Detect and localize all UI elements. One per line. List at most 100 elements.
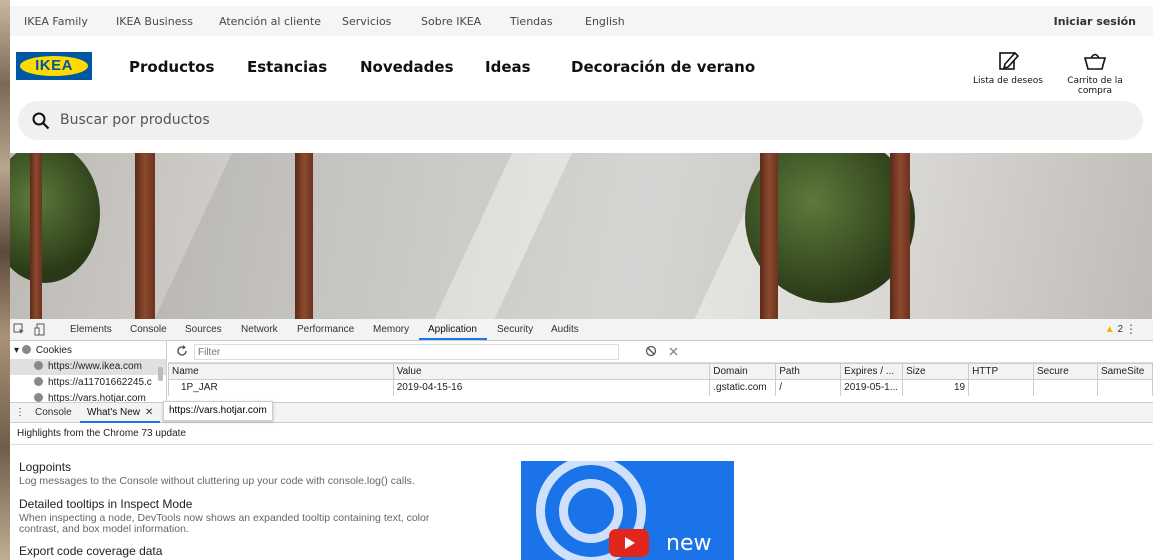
cookie-name-cell: 1P_JAR — [168, 379, 394, 396]
topbar-link-atencion-cliente[interactable]: Atención al cliente — [219, 15, 321, 28]
hero-image — [10, 153, 1152, 319]
cookie-value-cell: 2019-04-15-16 — [392, 379, 711, 396]
cookies-panel: Name Value Domain Path Expires / ... Siz… — [168, 341, 1153, 402]
feature-desc-tooltips: When inspecting a node, DevTools now sho… — [19, 512, 430, 535]
filter-toolbar — [168, 341, 1153, 363]
close-tab-icon[interactable]: ✕ — [145, 407, 153, 418]
cookie-http-cell — [968, 379, 1034, 396]
feature-title-logpoints[interactable]: Logpoints — [19, 460, 71, 474]
topbar-link-servicios[interactable]: Servicios — [342, 15, 391, 28]
desktop-background — [0, 0, 10, 560]
cookie-path-cell: / — [775, 379, 842, 396]
pencil-note-icon — [999, 51, 1019, 70]
tab-memory[interactable]: Memory — [373, 324, 409, 335]
whats-new-header: Highlights from the Chrome 73 update — [10, 423, 1153, 445]
devtools-tabbar: Elements Console Sources Network Perform… — [10, 319, 1153, 341]
sidebar-item-ikea[interactable]: https://www.ikea.com — [10, 359, 166, 375]
tab-security[interactable]: Security — [497, 324, 533, 335]
clear-all-icon[interactable] — [645, 344, 657, 358]
search-input[interactable] — [60, 109, 1060, 131]
column-header[interactable]: Domain — [709, 363, 777, 380]
filter-input[interactable] — [194, 344, 619, 360]
nav-decoracion-verano[interactable]: Decoración de verano — [571, 58, 755, 76]
nav-productos[interactable]: Productos — [129, 58, 214, 76]
drawer-tab-whats-new[interactable]: What's New — [87, 407, 140, 418]
browser-page: IKEA Family IKEA Business Atención al cl… — [10, 0, 1153, 560]
warnings-badge[interactable]: ▲ 2 — [1105, 324, 1123, 335]
more-options-icon[interactable]: ⋮ — [1125, 322, 1137, 336]
sidebar-scrollbar[interactable] — [158, 367, 163, 381]
hover-tooltip: https://vars.hotjar.com — [163, 401, 273, 421]
tab-elements[interactable]: Elements — [70, 324, 112, 335]
tab-console[interactable]: Console — [130, 324, 167, 335]
application-sidebar: ▾ Cookies https://www.ikea.com https://a… — [10, 341, 167, 402]
devtools-application-panel: ▾ Cookies https://www.ikea.com https://a… — [10, 341, 1153, 402]
sidebar-cookies-label: Cookies — [35, 345, 72, 356]
sidebar-item-label: https://a11701662245.c — [48, 377, 152, 388]
tab-network[interactable]: Network — [241, 324, 278, 335]
cookie-icon — [34, 361, 43, 370]
column-header[interactable]: Size — [902, 363, 970, 380]
whats-new-content: Logpoints Log messages to the Console wi… — [10, 445, 1153, 560]
logo-text: IKEA — [35, 57, 73, 74]
cart-label: Carrito de la compra — [1067, 76, 1123, 96]
cookie-samesite-cell — [1096, 379, 1153, 396]
login-link[interactable]: Iniciar sesión — [1054, 15, 1136, 28]
sidebar-item-label: https://www.ikea.com — [48, 361, 142, 372]
shopping-bag-icon — [1083, 53, 1107, 70]
cart-button[interactable]: Carrito de la compra — [1050, 50, 1140, 96]
table-row[interactable]: 1P_JAR 2019-04-15-16 .gstatic.com / 2019… — [168, 379, 1153, 396]
feature-title-tooltips[interactable]: Detailed tooltips in Inspect Mode — [19, 497, 192, 511]
tab-sources[interactable]: Sources — [185, 324, 222, 335]
device-toolbar-icon[interactable] — [34, 323, 46, 336]
sidebar-item-label: https://vars.hotjar.com — [48, 393, 146, 402]
cookie-icon — [34, 393, 43, 402]
cookie-domain-cell: .gstatic.com — [709, 379, 777, 396]
column-header[interactable]: Expires / ... — [840, 363, 904, 380]
topbar-link-ikea-family[interactable]: IKEA Family — [24, 15, 88, 28]
utility-bar: IKEA Family IKEA Business Atención al cl… — [10, 6, 1153, 36]
column-header[interactable]: SameSite — [1096, 363, 1153, 380]
warning-icon: ▲ — [1104, 324, 1115, 335]
tab-application[interactable]: Application — [428, 324, 477, 335]
table-header-row: Name Value Domain Path Expires / ... Siz… — [168, 363, 1153, 380]
cookie-secure-cell — [1033, 379, 1098, 396]
column-header[interactable]: HTTP — [968, 363, 1034, 380]
search-icon[interactable] — [32, 112, 50, 130]
expand-arrow-icon: ▾ — [14, 345, 20, 356]
video-label: new — [666, 531, 712, 556]
sidebar-item-hotjar[interactable]: https://vars.hotjar.com — [10, 391, 166, 402]
cookie-size-cell: 19 — [902, 379, 970, 396]
topbar-link-sobre-ikea[interactable]: Sobre IKEA — [421, 15, 481, 28]
wishlist-label: Lista de deseos — [973, 76, 1043, 86]
tab-audits[interactable]: Audits — [551, 324, 579, 335]
delete-selected-icon[interactable] — [668, 344, 680, 358]
drawer-tab-console[interactable]: Console — [35, 407, 72, 418]
active-tab-indicator — [419, 338, 487, 340]
topbar-link-ikea-business[interactable]: IKEA Business — [116, 15, 193, 28]
feature-title-coverage[interactable]: Export code coverage data — [19, 544, 162, 558]
cookie-icon — [34, 377, 43, 386]
ikea-logo[interactable]: IKEA — [16, 52, 92, 80]
feature-desc-logpoints: Log messages to the Console without clut… — [19, 475, 415, 487]
warning-count: 2 — [1117, 324, 1123, 335]
column-header[interactable]: Value — [392, 363, 711, 380]
play-icon[interactable] — [609, 529, 649, 557]
inspect-element-icon[interactable] — [13, 323, 25, 335]
sidebar-cookies[interactable]: ▾ Cookies — [10, 343, 166, 359]
topbar-link-tiendas[interactable]: Tiendas — [510, 15, 553, 28]
cookies-table: Name Value Domain Path Expires / ... Siz… — [168, 363, 1153, 396]
nav-ideas[interactable]: Ideas — [485, 58, 531, 76]
nav-estancias[interactable]: Estancias — [247, 58, 327, 76]
sidebar-item-a11701662245[interactable]: https://a11701662245.c — [10, 375, 166, 391]
nav-novedades[interactable]: Novedades — [360, 58, 454, 76]
wishlist-button[interactable]: Lista de deseos — [973, 50, 1043, 86]
topbar-link-english[interactable]: English — [585, 15, 625, 28]
column-header[interactable]: Name — [168, 363, 394, 380]
refresh-icon[interactable] — [176, 344, 188, 358]
tab-performance[interactable]: Performance — [297, 324, 354, 335]
whats-new-video[interactable]: new — [521, 461, 734, 560]
drawer-menu-icon[interactable]: ⋮ — [15, 407, 25, 418]
column-header[interactable]: Path — [775, 363, 842, 380]
column-header[interactable]: Secure — [1033, 363, 1098, 380]
